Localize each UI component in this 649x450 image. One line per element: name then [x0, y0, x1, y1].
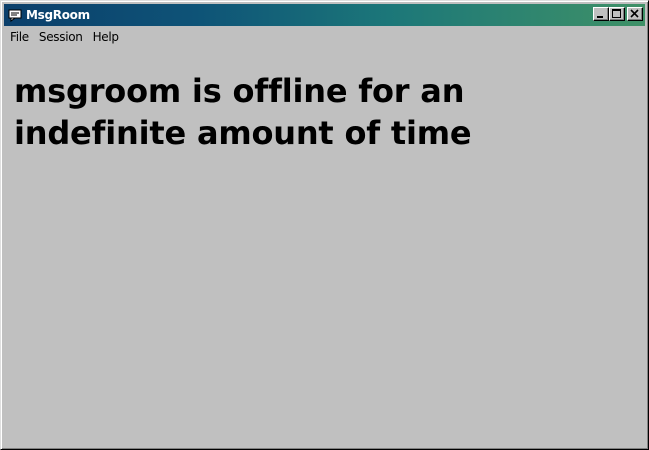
window-controls	[593, 7, 643, 21]
close-icon	[630, 9, 639, 18]
minimize-button[interactable]	[593, 7, 609, 21]
maximize-button[interactable]	[609, 7, 625, 21]
msgroom-window: MsgRoom File Session Help msgroom is off…	[0, 0, 649, 450]
menu-bar: File Session Help	[4, 28, 645, 47]
close-button[interactable]	[627, 7, 643, 21]
menu-file[interactable]: File	[4, 28, 34, 47]
window-title: MsgRoom	[26, 8, 90, 22]
main-content: msgroom is offline for an indefinite amo…	[4, 48, 645, 446]
title-bar[interactable]: MsgRoom	[4, 4, 645, 26]
offline-message: msgroom is offline for an indefinite amo…	[14, 72, 472, 152]
minimize-icon	[597, 16, 603, 18]
maximize-icon	[612, 9, 621, 18]
menu-session[interactable]: Session	[34, 28, 88, 47]
menu-help[interactable]: Help	[88, 28, 124, 47]
chat-bubble-icon[interactable]	[7, 7, 23, 23]
